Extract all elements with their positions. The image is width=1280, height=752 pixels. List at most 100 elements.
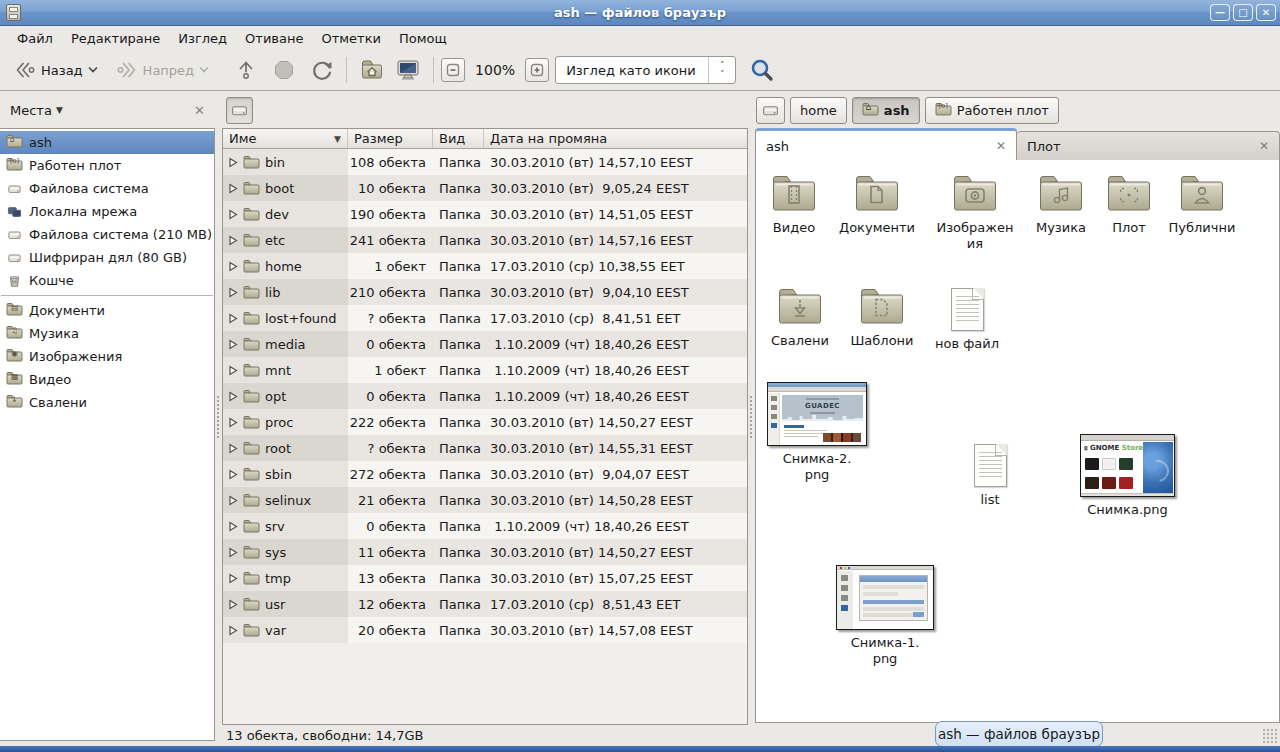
table-row[interactable]: bin 108 обекта Папка 30.03.2010 (вт) 14,… [223, 149, 747, 175]
search-button[interactable] [744, 53, 780, 87]
view-mode-select[interactable]: Изглед като икони ˄˅ [555, 56, 736, 84]
minimize-button[interactable]: — [1210, 4, 1230, 21]
table-row[interactable]: etc 241 обекта Папка 30.03.2010 (вт) 14,… [223, 227, 747, 253]
pane-splitter-left[interactable] [215, 92, 222, 746]
menu-edit[interactable]: Редактиране [62, 28, 169, 49]
up-button[interactable] [229, 54, 263, 86]
expander-icon[interactable] [228, 573, 238, 584]
resize-grip[interactable] [1262, 728, 1278, 744]
menu-help[interactable]: Помощ [390, 28, 456, 49]
path-button-desktop[interactable]: [o] Работен плот [925, 97, 1059, 124]
sidebar-item-filesystem-210mb[interactable]: Файлова система (210 MB) [0, 223, 214, 246]
grid-item-shot2[interactable]: GUADEC Снимка-2. png [767, 382, 867, 483]
grid-item-videos[interactable]: Видео [756, 174, 832, 236]
expander-icon[interactable] [228, 157, 238, 168]
table-row[interactable]: home 1 обект Папка 17.03.2010 (ср) 10,38… [223, 253, 747, 279]
grid-item-music[interactable]: Музика [1024, 174, 1098, 236]
sidebar-item-pictures[interactable]: ◉ Изображения [0, 345, 214, 368]
home-button[interactable] [354, 54, 390, 86]
grid-item-newfile[interactable]: нов файл [929, 288, 1005, 352]
table-row[interactable]: sbin 272 обекта Папка 30.03.2010 (вт) 9,… [223, 461, 747, 487]
table-row[interactable]: opt 0 обекта Папка 1.10.2009 (чт) 18,40,… [223, 383, 747, 409]
table-row[interactable]: lib 210 обекта Папка 30.03.2010 (вт) 9,0… [223, 279, 747, 305]
table-row[interactable]: sys 11 обекта Папка 30.03.2010 (вт) 14,5… [223, 539, 747, 565]
grid-item-desktop[interactable]: Плот [1104, 174, 1154, 236]
grid-item-templates[interactable]: Шаблони [844, 287, 920, 349]
expander-icon[interactable] [228, 365, 238, 376]
sidebar-item-videos[interactable]: ▦ Видео [0, 368, 214, 391]
computer-button[interactable] [390, 54, 426, 86]
menu-file[interactable]: Файл [8, 28, 62, 49]
table-row[interactable]: dev 190 обекта Папка 30.03.2010 (вт) 14,… [223, 201, 747, 227]
table-row[interactable]: media 0 обекта Папка 1.10.2009 (чт) 18,4… [223, 331, 747, 357]
table-row[interactable]: srv 0 обекта Папка 1.10.2009 (чт) 18,40,… [223, 513, 747, 539]
expander-icon[interactable] [228, 469, 238, 480]
tab-close-icon[interactable]: ✕ [1259, 139, 1269, 153]
sidebar-item-trash[interactable]: Кошче [0, 269, 214, 292]
reload-button[interactable] [305, 54, 339, 86]
expander-icon[interactable] [228, 287, 238, 298]
path-button-root[interactable] [756, 97, 785, 124]
table-row[interactable]: lost+found ? обекта Папка 17.03.2010 (ср… [223, 305, 747, 331]
table-row[interactable]: tmp 13 обекта Папка 30.03.2010 (вт) 15,0… [223, 565, 747, 591]
menu-bookmarks[interactable]: Отметки [312, 28, 389, 49]
sidebar-item-music[interactable]: ♫ Музика [0, 322, 214, 345]
expander-icon[interactable] [228, 625, 238, 636]
titlebar[interactable]: ash — файлов браузър — □ ✕ [0, 0, 1280, 26]
maximize-button[interactable]: □ [1233, 4, 1253, 21]
grid-item-pictures[interactable]: Изображен ия [937, 174, 1013, 252]
sidebar-selector-chevron-icon[interactable]: ▼ [56, 105, 63, 115]
zoom-out-button[interactable] [441, 58, 465, 82]
tab-ash[interactable]: ash ✕ [755, 128, 1017, 161]
table-row[interactable]: boot 10 обекта Папка 30.03.2010 (вт) 9,0… [223, 175, 747, 201]
path-button-ash[interactable]: ⌂ ash [852, 97, 920, 124]
window-list-button[interactable]: ash — файлов браузър [935, 721, 1103, 747]
table-row[interactable]: mnt 1 обект Папка 1.10.2009 (чт) 18,40,2… [223, 357, 747, 383]
back-dropdown-icon[interactable] [87, 66, 99, 74]
column-type[interactable]: Вид [433, 129, 484, 148]
table-row[interactable]: root ? обекта Папка 30.03.2010 (вт) 14,5… [223, 435, 747, 461]
zoom-in-button[interactable] [525, 58, 549, 82]
expander-icon[interactable] [228, 495, 238, 506]
grid-item-shot[interactable]: ꞛ GNOME Store Снимка.png [1080, 434, 1175, 518]
tab-close-icon[interactable]: ✕ [996, 139, 1006, 153]
expander-icon[interactable] [228, 599, 238, 610]
icon-view[interactable]: Видео Документи Изображен ия [755, 160, 1280, 723]
expander-icon[interactable] [228, 547, 238, 558]
sidebar-item-documents[interactable]: ▤ Документи [0, 299, 214, 322]
sidebar-item-ash[interactable]: ⌂ ash [0, 131, 214, 154]
sidebar-item-filesystem[interactable]: Файлова система [0, 177, 214, 200]
expander-icon[interactable] [228, 235, 238, 246]
path-button-home[interactable]: home [790, 97, 847, 124]
sidebar-item-desktop[interactable]: [o] Работен плот [0, 154, 214, 177]
menu-view[interactable]: Изглед [169, 28, 236, 49]
table-row[interactable]: var 20 обекта Папка 30.03.2010 (вт) 14,5… [223, 617, 747, 643]
grid-item-public[interactable]: Публични [1164, 174, 1240, 236]
table-row[interactable]: proc 222 обекта Папка 30.03.2010 (вт) 14… [223, 409, 747, 435]
expander-icon[interactable] [228, 209, 238, 220]
grid-item-downloads[interactable]: Свалени [764, 287, 836, 349]
sidebar-close-icon[interactable]: ✕ [194, 103, 205, 118]
expander-icon[interactable] [228, 339, 238, 350]
expander-icon[interactable] [228, 313, 238, 324]
forward-button[interactable]: Напред [110, 54, 215, 86]
expander-icon[interactable] [228, 443, 238, 454]
column-size[interactable]: Размер [348, 129, 433, 148]
tab-plot[interactable]: Плот ✕ [1017, 131, 1280, 161]
back-button[interactable]: Назад [8, 54, 104, 86]
sidebar-item-encrypted[interactable]: Шифриран дял (80 GB) [0, 246, 214, 269]
sidebar-item-downloads[interactable]: ↓ Свалени [0, 391, 214, 414]
grid-item-list[interactable]: list [952, 444, 1028, 508]
table-row[interactable]: selinux 21 обекта Папка 30.03.2010 (вт) … [223, 487, 747, 513]
table-row[interactable]: usr 12 обекта Папка 17.03.2010 (ср) 8,51… [223, 591, 747, 617]
close-button[interactable]: ✕ [1256, 4, 1276, 21]
expander-icon[interactable] [228, 261, 238, 272]
root-path-button[interactable] [226, 97, 253, 124]
grid-item-documents[interactable]: Документи [838, 174, 916, 236]
sidebar-item-network[interactable]: Локална мрежа [0, 200, 214, 223]
column-date[interactable]: Дата на промяна [484, 129, 747, 148]
expander-icon[interactable] [228, 183, 238, 194]
column-name[interactable]: Име▼ [223, 129, 348, 148]
expander-icon[interactable] [228, 391, 238, 402]
sidebar-title[interactable]: Места [10, 103, 52, 118]
